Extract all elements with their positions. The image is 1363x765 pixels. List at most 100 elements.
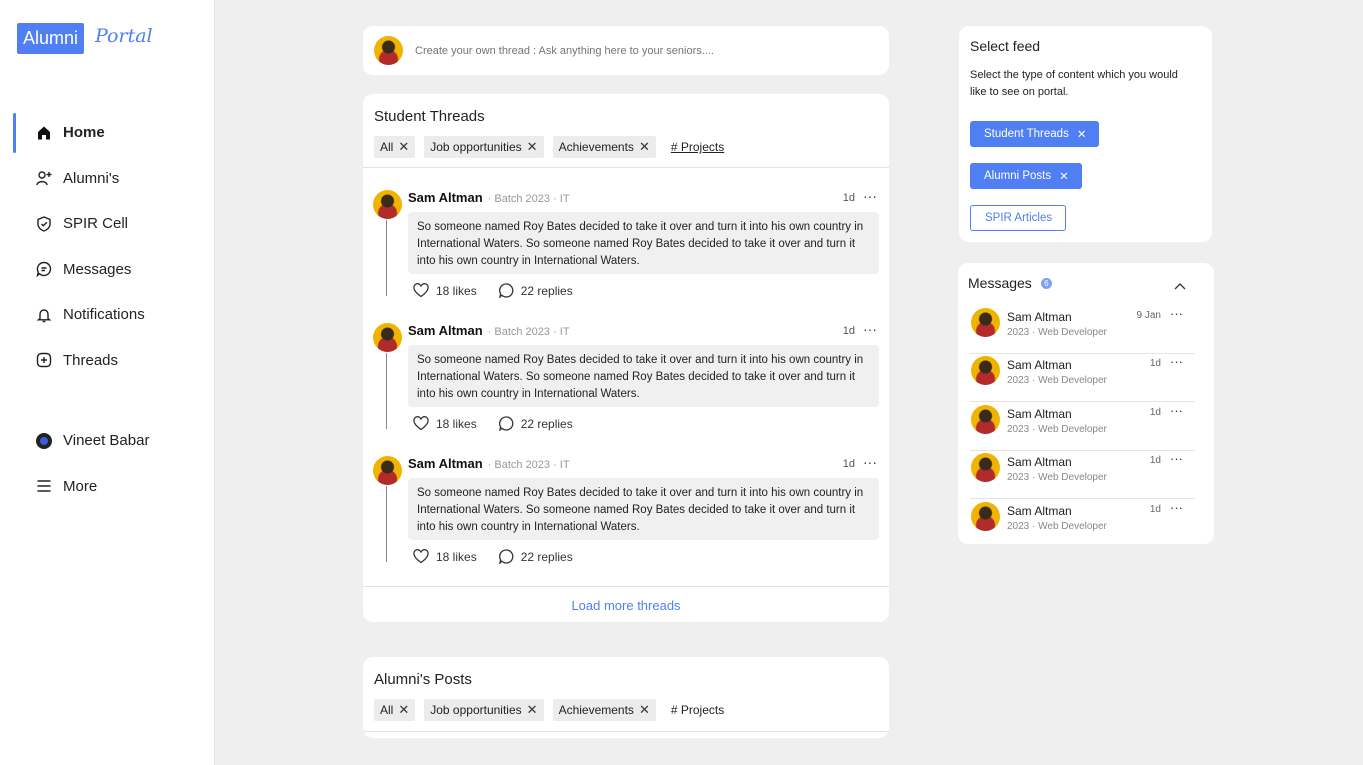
nav-item-threads[interactable]: Threads <box>0 338 214 384</box>
filter-chip-all[interactable]: All ✕ <box>374 699 416 721</box>
message-time: 1d <box>1149 455 1161 466</box>
close-icon[interactable]: ✕ <box>639 702 650 718</box>
author-name[interactable]: Sam Altman <box>408 323 483 338</box>
messages-title: Messages <box>968 275 1032 291</box>
thread-composer <box>363 26 889 75</box>
more-options-icon[interactable]: ··· <box>863 188 877 204</box>
menu-icon <box>35 478 52 495</box>
nav-item-label: Notifications <box>63 306 145 324</box>
filter-chip-achievements[interactable]: Achievements ✕ <box>552 136 656 158</box>
heart-icon <box>413 549 429 564</box>
close-icon[interactable]: ✕ <box>639 139 650 155</box>
chip-label: # Projects <box>670 703 725 717</box>
message-item[interactable]: Sam Altman 2023 · Web Developer 1d ··· <box>970 403 1195 451</box>
likes-count: 18 likes <box>436 416 477 431</box>
thread-body: So someone named Roy Bates decided to ta… <box>408 478 879 540</box>
user-plus-icon <box>35 170 52 187</box>
message-time: 1d <box>1149 407 1161 418</box>
avatar <box>374 36 403 65</box>
author-meta: · Batch 2023 · IT <box>487 326 570 338</box>
more-options-icon[interactable]: ··· <box>1170 403 1183 418</box>
close-icon[interactable]: ✕ <box>527 702 538 718</box>
filter-chips: All ✕ Job opportunities ✕ Achievements ✕ # … <box>374 136 730 158</box>
author-name[interactable]: Sam Altman <box>408 190 483 205</box>
close-icon[interactable]: ✕ <box>398 702 409 718</box>
more-options-icon[interactable]: ··· <box>1170 451 1183 466</box>
message-time: 1d <box>1149 358 1161 369</box>
close-icon[interactable]: ✕ <box>398 139 409 155</box>
user-avatar-icon <box>35 432 52 449</box>
feed-option-student-threads[interactable]: Student Threads ✕ <box>970 121 1100 147</box>
nav-item-label: Threads <box>63 351 119 369</box>
close-icon[interactable]: ✕ <box>1077 127 1087 141</box>
chip-label: All <box>380 140 394 154</box>
chip-label: # Projects <box>670 140 725 154</box>
more-options-icon[interactable]: ··· <box>1170 354 1183 369</box>
nav-item-home[interactable]: Home <box>0 110 214 156</box>
more-options-icon[interactable]: ··· <box>1170 306 1183 321</box>
timestamp: 1d <box>842 458 855 470</box>
nav-item-notifications[interactable]: Notifications <box>0 292 214 338</box>
thread-item: Sam Altman · Batch 2023 · IT 1d ··· So so… <box>363 321 889 446</box>
nav-item-label: Messages <box>63 260 132 278</box>
feed-option-spir-articles[interactable]: SPIR Articles <box>970 205 1067 231</box>
message-sender: Sam Altman <box>1007 310 1072 324</box>
feed-option-label: Alumni Posts <box>984 170 1052 182</box>
feed-option-label: Student Threads <box>984 128 1069 140</box>
close-icon[interactable]: ✕ <box>527 139 538 155</box>
nav-item-spir-cell[interactable]: SPIR Cell <box>0 201 214 247</box>
close-icon[interactable]: ✕ <box>1059 169 1069 183</box>
message-item[interactable]: Sam Altman 2023 · Web Developer 1d ··· <box>970 354 1195 402</box>
reply-button[interactable]: 22 replies <box>498 416 573 431</box>
logo[interactable]: Alumni Portal <box>17 23 153 54</box>
chip-label: All <box>380 703 394 717</box>
feed-option-label: SPIR Articles <box>985 212 1053 224</box>
filter-chip-achievements[interactable]: Achievements ✕ <box>552 699 656 721</box>
load-more-threads-button[interactable]: Load more threads <box>363 598 889 613</box>
timestamp: 1d <box>842 325 855 337</box>
avatar <box>971 453 1000 482</box>
plus-square-icon <box>35 352 52 369</box>
filter-chip-job-opportunities[interactable]: Job opportunities ✕ <box>424 136 544 158</box>
nav-item-alumnis[interactable]: Alumni's <box>0 156 214 202</box>
avatar <box>971 356 1000 385</box>
avatar <box>971 502 1000 531</box>
like-button[interactable]: 18 likes <box>413 416 477 431</box>
nav-item-profile[interactable]: Vineet Babar <box>0 418 214 464</box>
filter-chip-projects[interactable]: # Projects <box>665 136 730 158</box>
message-item[interactable]: Sam Altman 2023 · Web Developer 9 Jan ··… <box>970 306 1195 354</box>
alumni-posts-card: Alumni's Posts All ✕ Job opportunities ✕ A… <box>363 657 889 738</box>
thread-body: So someone named Roy Bates decided to ta… <box>408 345 879 407</box>
filter-chip-all[interactable]: All ✕ <box>374 136 416 158</box>
author-meta: · Batch 2023 · IT <box>487 459 570 471</box>
thread-line <box>386 353 387 429</box>
shield-icon <box>35 215 52 232</box>
nav-item-label: Home <box>63 124 105 142</box>
nav-item-more[interactable]: More <box>0 464 214 510</box>
message-time: 1d <box>1149 504 1161 515</box>
like-button[interactable]: 18 likes <box>413 549 477 564</box>
thread-input[interactable] <box>415 44 835 57</box>
reply-button[interactable]: 22 replies <box>498 549 573 564</box>
divider <box>363 731 889 732</box>
select-feed-card: Select feed Select the type of content w… <box>959 26 1212 242</box>
heart-icon <box>413 416 429 431</box>
filter-chip-job-opportunities[interactable]: Job opportunities ✕ <box>424 699 544 721</box>
filter-chip-projects[interactable]: # Projects <box>665 699 730 721</box>
message-item[interactable]: Sam Altman 2023 · Web Developer 1d ··· <box>970 500 1195 548</box>
feed-option-alumni-posts[interactable]: Alumni Posts ✕ <box>970 163 1082 189</box>
reply-button[interactable]: 22 replies <box>498 283 573 298</box>
messages-card: Messages 6 Sam Altman 2023 · Web Develop… <box>958 263 1214 544</box>
more-options-icon[interactable]: ··· <box>863 454 877 470</box>
thread-item: Sam Altman · Batch 2023 · IT 1d ··· So so… <box>363 188 889 313</box>
more-options-icon[interactable]: ··· <box>863 321 877 337</box>
author-name[interactable]: Sam Altman <box>408 456 483 471</box>
like-button[interactable]: 18 likes <box>413 283 477 298</box>
messages-header: Messages 6 <box>968 275 1052 291</box>
message-sender: Sam Altman <box>1007 407 1072 421</box>
message-item[interactable]: Sam Altman 2023 · Web Developer 1d ··· <box>970 451 1195 499</box>
chevron-up-icon[interactable] <box>1174 277 1186 295</box>
nav-item-messages[interactable]: Messages <box>0 247 214 293</box>
more-options-icon[interactable]: ··· <box>1170 500 1183 515</box>
nav-menu: Home Alumni's SPIR Cell Messages Notific… <box>0 110 214 383</box>
